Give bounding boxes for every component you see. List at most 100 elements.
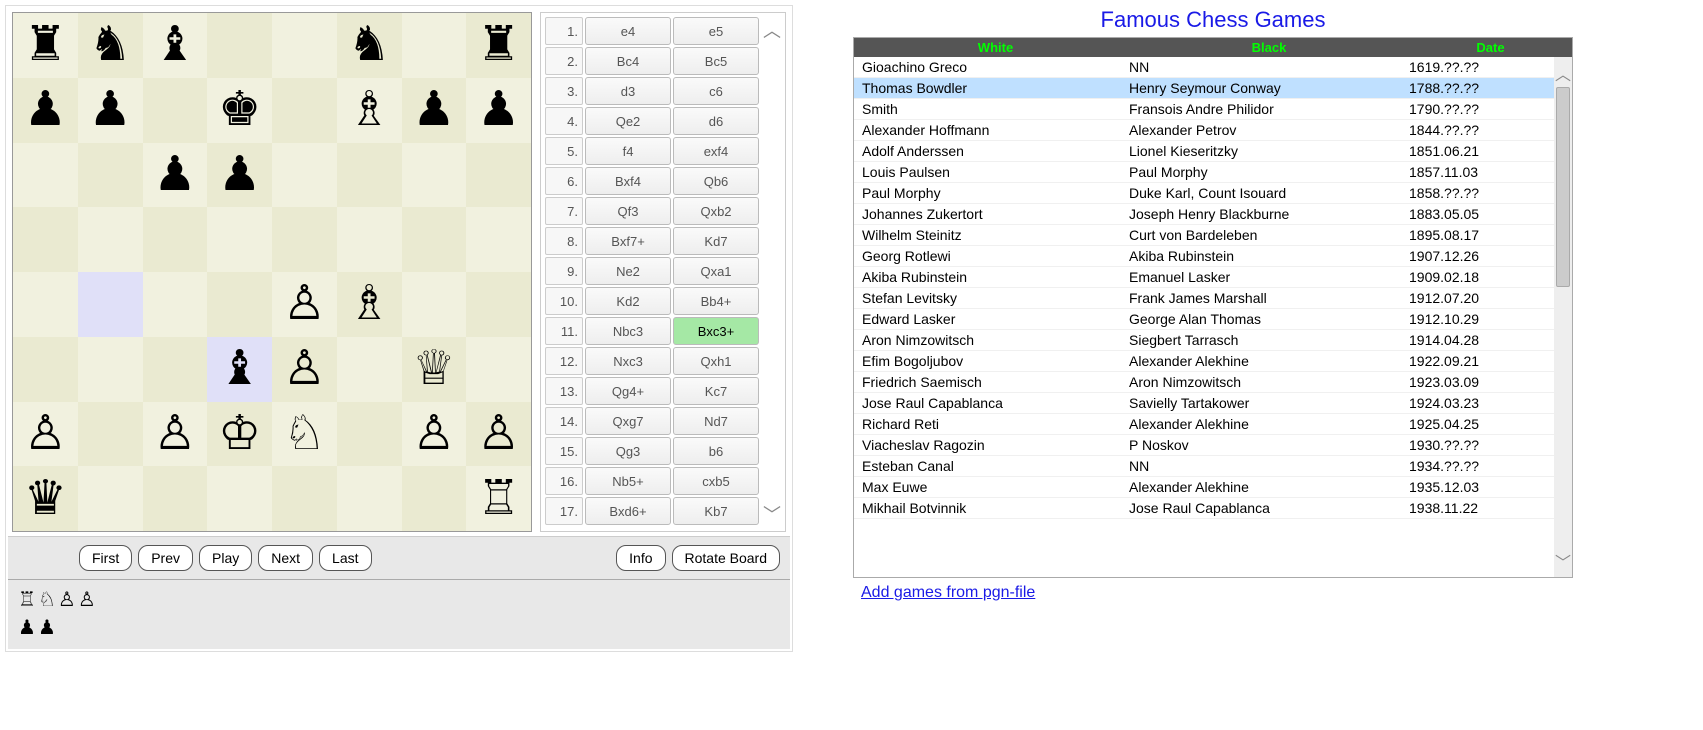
move-black[interactable]: Bxc3+ [673,317,759,345]
play-button[interactable]: Play [199,545,252,571]
square-e7[interactable] [272,78,337,143]
square-g5[interactable] [402,207,467,272]
square-d1[interactable] [207,466,272,531]
square-g1[interactable] [402,466,467,531]
game-row[interactable]: Akiba RubinsteinEmanuel Lasker1909.02.18 [854,267,1572,288]
square-g4[interactable] [402,272,467,337]
move-white[interactable]: Nb5+ [585,467,671,495]
game-row[interactable]: Edward LaskerGeorge Alan Thomas1912.10.2… [854,309,1572,330]
square-d2[interactable]: ♔ [207,402,272,467]
move-black[interactable]: cxb5 [673,467,759,495]
chevron-up-icon[interactable]: ︿ [763,17,781,43]
move-white[interactable]: Ne2 [585,257,671,285]
move-black[interactable]: e5 [673,17,759,45]
move-white[interactable]: Kd2 [585,287,671,315]
move-black[interactable]: Bc5 [673,47,759,75]
square-a5[interactable] [13,207,78,272]
square-b2[interactable] [78,402,143,467]
square-h6[interactable] [466,143,531,208]
square-e4[interactable]: ♙ [272,272,337,337]
prev-button[interactable]: Prev [138,545,193,571]
move-black[interactable]: Bb4+ [673,287,759,315]
game-row[interactable]: Georg RotlewiAkiba Rubinstein1907.12.26 [854,246,1572,267]
game-row[interactable]: Gioachino GrecoNN1619.??.?? [854,57,1572,78]
game-row[interactable]: Alexander HoffmannAlexander Petrov1844.?… [854,120,1572,141]
game-row[interactable]: Louis PaulsenPaul Morphy1857.11.03 [854,162,1572,183]
move-white[interactable]: e4 [585,17,671,45]
square-e2[interactable]: ♘ [272,402,337,467]
move-white[interactable]: Qg3 [585,437,671,465]
move-black[interactable]: d6 [673,107,759,135]
game-row[interactable]: Johannes ZukertortJoseph Henry Blackburn… [854,204,1572,225]
square-f8[interactable]: ♞ [337,13,402,78]
move-white[interactable]: Qxg7 [585,407,671,435]
square-a1[interactable]: ♛ [13,466,78,531]
square-a8[interactable]: ♜ [13,13,78,78]
square-e6[interactable] [272,143,337,208]
square-c3[interactable] [143,337,208,402]
move-white[interactable]: Qf3 [585,197,671,225]
square-b7[interactable]: ♟ [78,78,143,143]
game-row[interactable]: Max EuweAlexander Alekhine1935.12.03 [854,477,1572,498]
game-row[interactable]: Viacheslav RagozinP Noskov1930.??.?? [854,435,1572,456]
square-e3[interactable]: ♙ [272,337,337,402]
game-row[interactable]: Aron NimzowitschSiegbert Tarrasch1914.04… [854,330,1572,351]
square-a3[interactable] [13,337,78,402]
game-row[interactable]: SmithFransois Andre Philidor1790.??.?? [854,99,1572,120]
games-scrollbar[interactable]: ︿ ﹀ [1554,57,1572,577]
square-g2[interactable]: ♙ [402,402,467,467]
chevron-down-icon[interactable]: ﹀ [1555,549,1571,573]
square-h8[interactable]: ♜ [466,13,531,78]
square-e5[interactable] [272,207,337,272]
move-white[interactable]: f4 [585,137,671,165]
move-white[interactable]: Bxd6+ [585,497,671,525]
square-g6[interactable] [402,143,467,208]
game-row[interactable]: Esteban CanalNN1934.??.?? [854,456,1572,477]
square-f6[interactable] [337,143,402,208]
square-h5[interactable] [466,207,531,272]
square-f4[interactable]: ♗ [337,272,402,337]
square-f2[interactable] [337,402,402,467]
square-d8[interactable] [207,13,272,78]
move-white[interactable]: Bxf4 [585,167,671,195]
move-white[interactable]: Nbc3 [585,317,671,345]
move-black[interactable]: Kb7 [673,497,759,525]
game-row[interactable]: Stefan LevitskyFrank James Marshall1912.… [854,288,1572,309]
move-black[interactable]: Nd7 [673,407,759,435]
game-row[interactable]: Thomas BowdlerHenry Seymour Conway1788.?… [854,78,1572,99]
game-row[interactable]: Adolf AnderssenLionel Kieseritzky1851.06… [854,141,1572,162]
game-row[interactable]: Wilhelm SteinitzCurt von Bardeleben1895.… [854,225,1572,246]
move-white[interactable]: Nxc3 [585,347,671,375]
move-black[interactable]: b6 [673,437,759,465]
square-b4[interactable] [78,272,143,337]
rotate-board-button[interactable]: Rotate Board [672,545,781,571]
move-white[interactable]: Qe2 [585,107,671,135]
moves-scrollbar[interactable]: ︿ ﹀ [763,17,781,527]
square-e8[interactable] [272,13,337,78]
square-b6[interactable] [78,143,143,208]
move-black[interactable]: Qxa1 [673,257,759,285]
square-f3[interactable] [337,337,402,402]
last-button[interactable]: Last [319,545,371,571]
square-g3[interactable]: ♕ [402,337,467,402]
game-row[interactable]: Richard RetiAlexander Alekhine1925.04.25 [854,414,1572,435]
add-games-link[interactable]: Add games from pgn-file [861,584,1035,602]
square-h3[interactable] [466,337,531,402]
move-white[interactable]: d3 [585,77,671,105]
chessboard[interactable]: ♜♞♝♞♜♟♟♚♗♟♟♟♟♙♗♝♙♕♙♙♔♘♙♙♛♖ [12,12,532,532]
square-d5[interactable] [207,207,272,272]
square-d6[interactable]: ♟ [207,143,272,208]
game-row[interactable]: Paul MorphyDuke Karl, Count Isouard1858.… [854,183,1572,204]
square-h7[interactable]: ♟ [466,78,531,143]
game-row[interactable]: Mikhail BotvinnikJose Raul Capablanca193… [854,498,1572,519]
square-c7[interactable] [143,78,208,143]
game-row[interactable]: Jose Raul CapablancaSavielly Tartakower1… [854,393,1572,414]
square-a4[interactable] [13,272,78,337]
move-white[interactable]: Bc4 [585,47,671,75]
square-a2[interactable]: ♙ [13,402,78,467]
square-b8[interactable]: ♞ [78,13,143,78]
move-black[interactable]: Kd7 [673,227,759,255]
square-h4[interactable] [466,272,531,337]
move-black[interactable]: Qxb2 [673,197,759,225]
square-h2[interactable]: ♙ [466,402,531,467]
